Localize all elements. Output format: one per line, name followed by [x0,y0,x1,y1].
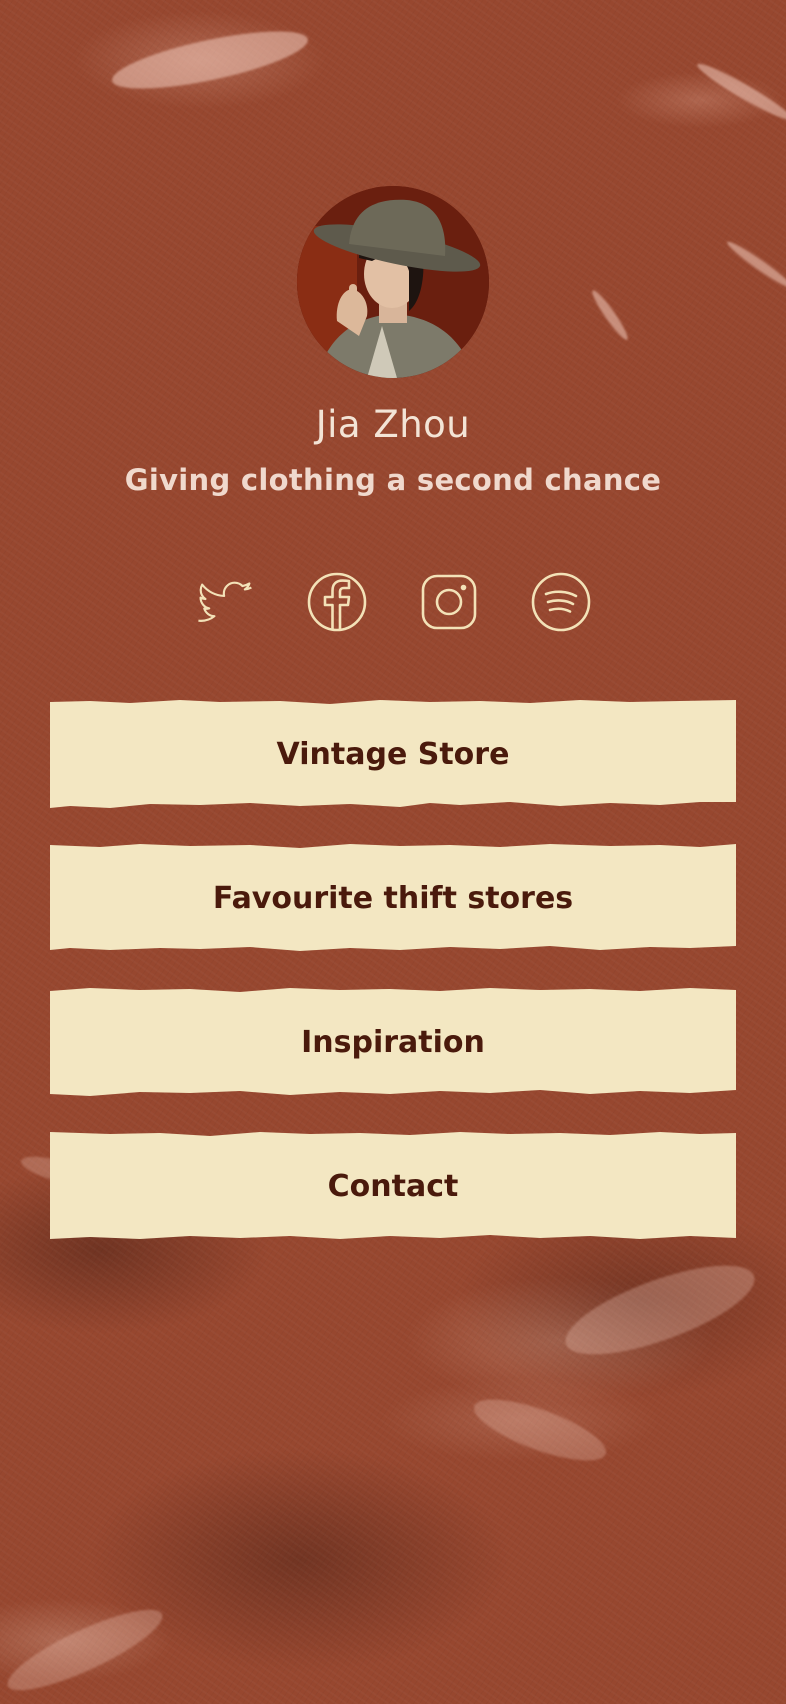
avatar [297,186,489,378]
background-highlight [693,58,786,126]
background-highlight [108,19,312,101]
twitter-icon [198,581,252,622]
instagram-icon [421,574,477,630]
link-button-vintage-store[interactable]: Vintage Store [50,698,736,810]
background-highlight [467,1387,613,1473]
link-button-favourite-thrift-stores[interactable]: Favourite thift stores [50,842,736,954]
spotify-link[interactable] [531,572,591,632]
background-highlight [588,287,632,343]
twitter-link[interactable] [195,572,255,632]
portrait-photo [297,186,489,378]
background-highlight [0,1595,171,1704]
background-highlight [724,237,786,293]
social-links [0,572,786,632]
link-list: Vintage Store Favourite thift stores Ins… [50,698,736,1274]
profile-tagline: Giving clothing a second chance [124,463,662,497]
facebook-link[interactable] [307,572,367,632]
instagram-link[interactable] [419,572,479,632]
facebook-icon [307,572,367,632]
profile-name: Jia Zhou [315,403,471,446]
link-label: Inspiration [301,1024,485,1060]
link-label: Favourite thift stores [212,880,574,916]
link-button-contact[interactable]: Contact [50,1130,736,1242]
link-button-inspiration[interactable]: Inspiration [50,986,736,1098]
link-label: Contact [327,1168,459,1204]
spotify-icon [531,572,591,632]
link-label: Vintage Store [276,736,510,772]
